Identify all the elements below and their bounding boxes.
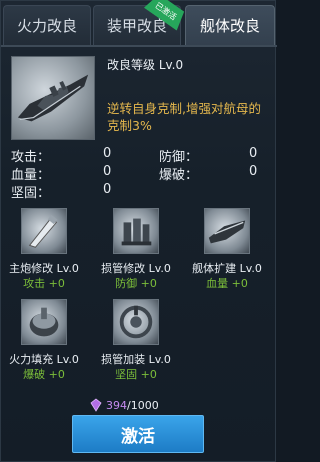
tab-divider [1, 45, 277, 47]
stat-hp-value: 0 [103, 164, 112, 179]
module-name: 主炮修改 Lv.0 [9, 262, 79, 275]
stat-defense-value: 0 [249, 146, 258, 161]
module-damage-control[interactable]: 损管修改 Lv.0 防御 +0 [93, 208, 179, 294]
module-bonus: 防御 +0 [115, 277, 157, 290]
module-bonus: 坚固 +0 [115, 368, 157, 381]
stat-row: 血量： 0 爆破： 0 [11, 164, 273, 183]
upgrade-panel: 火力改良 装甲改良 舰体改良 已激活 改良等级 Lv.0 逆转自身克制,增强对航… [0, 0, 277, 462]
module-name: 损管修改 Lv.0 [101, 262, 171, 275]
module-damage-control-addon[interactable]: 损管加装 Lv.0 坚固 +0 [93, 299, 179, 385]
module-bonus: 血量 +0 [206, 277, 248, 290]
resource-counter: 394 /1000 [89, 397, 189, 413]
tab-label: 火力改良 [16, 17, 77, 35]
tab-label: 装甲改良 [106, 17, 167, 35]
upgrade-level: 改良等级 Lv.0 [107, 58, 184, 72]
module-bonus: 爆破 +0 [23, 368, 65, 381]
stat-row: 攻击： 0 防御： 0 [11, 146, 273, 165]
damage-control-icon [113, 208, 159, 254]
stat-defense-label: 防御： [159, 150, 199, 165]
stat-row: 坚固： 0 [11, 182, 273, 201]
tab-hull[interactable]: 舰体改良 [185, 5, 275, 45]
activate-button[interactable]: 激活 [72, 415, 204, 453]
damage-control-addon-icon [113, 299, 159, 345]
stat-blast-label: 爆破： [159, 168, 199, 183]
stat-attack-value: 0 [103, 146, 112, 161]
module-firepower-fill[interactable]: 火力填充 Lv.0 爆破 +0 [1, 299, 87, 385]
upgrade-description: 逆转自身克制,增强对航母的克制3% [107, 101, 261, 133]
stat-blast-value: 0 [249, 164, 258, 179]
hull-extension-icon [204, 208, 250, 254]
ship-portrait [11, 56, 95, 140]
gem-icon [90, 398, 102, 412]
module-hull-extension[interactable]: 舰体扩建 Lv.0 血量 +0 [184, 208, 270, 294]
module-bonus: 攻击 +0 [23, 277, 65, 290]
stat-sturdy-label: 坚固： [11, 186, 51, 201]
resource-total: /1000 [127, 398, 159, 412]
module-name: 舰体扩建 Lv.0 [192, 262, 262, 275]
battleship-icon [17, 74, 89, 122]
module-name: 火力填充 Lv.0 [9, 353, 79, 366]
tab-firepower[interactable]: 火力改良 [3, 5, 91, 45]
tab-label: 舰体改良 [199, 17, 260, 35]
resource-current: 394 [106, 398, 127, 412]
stats-panel: 攻击： 0 防御： 0 血量： 0 爆破： 0 坚固： 0 [11, 146, 273, 201]
stat-attack-label: 攻击： [11, 150, 51, 165]
stat-hp-label: 血量： [11, 168, 51, 183]
module-main-gun[interactable]: 主炮修改 Lv.0 攻击 +0 [1, 208, 87, 294]
stat-sturdy-value: 0 [103, 182, 112, 197]
firepower-fill-icon [21, 299, 67, 345]
main-gun-icon [21, 208, 67, 254]
module-name: 损管加装 Lv.0 [101, 353, 171, 366]
tab-bar: 火力改良 装甲改良 舰体改良 已激活 [1, 1, 277, 47]
